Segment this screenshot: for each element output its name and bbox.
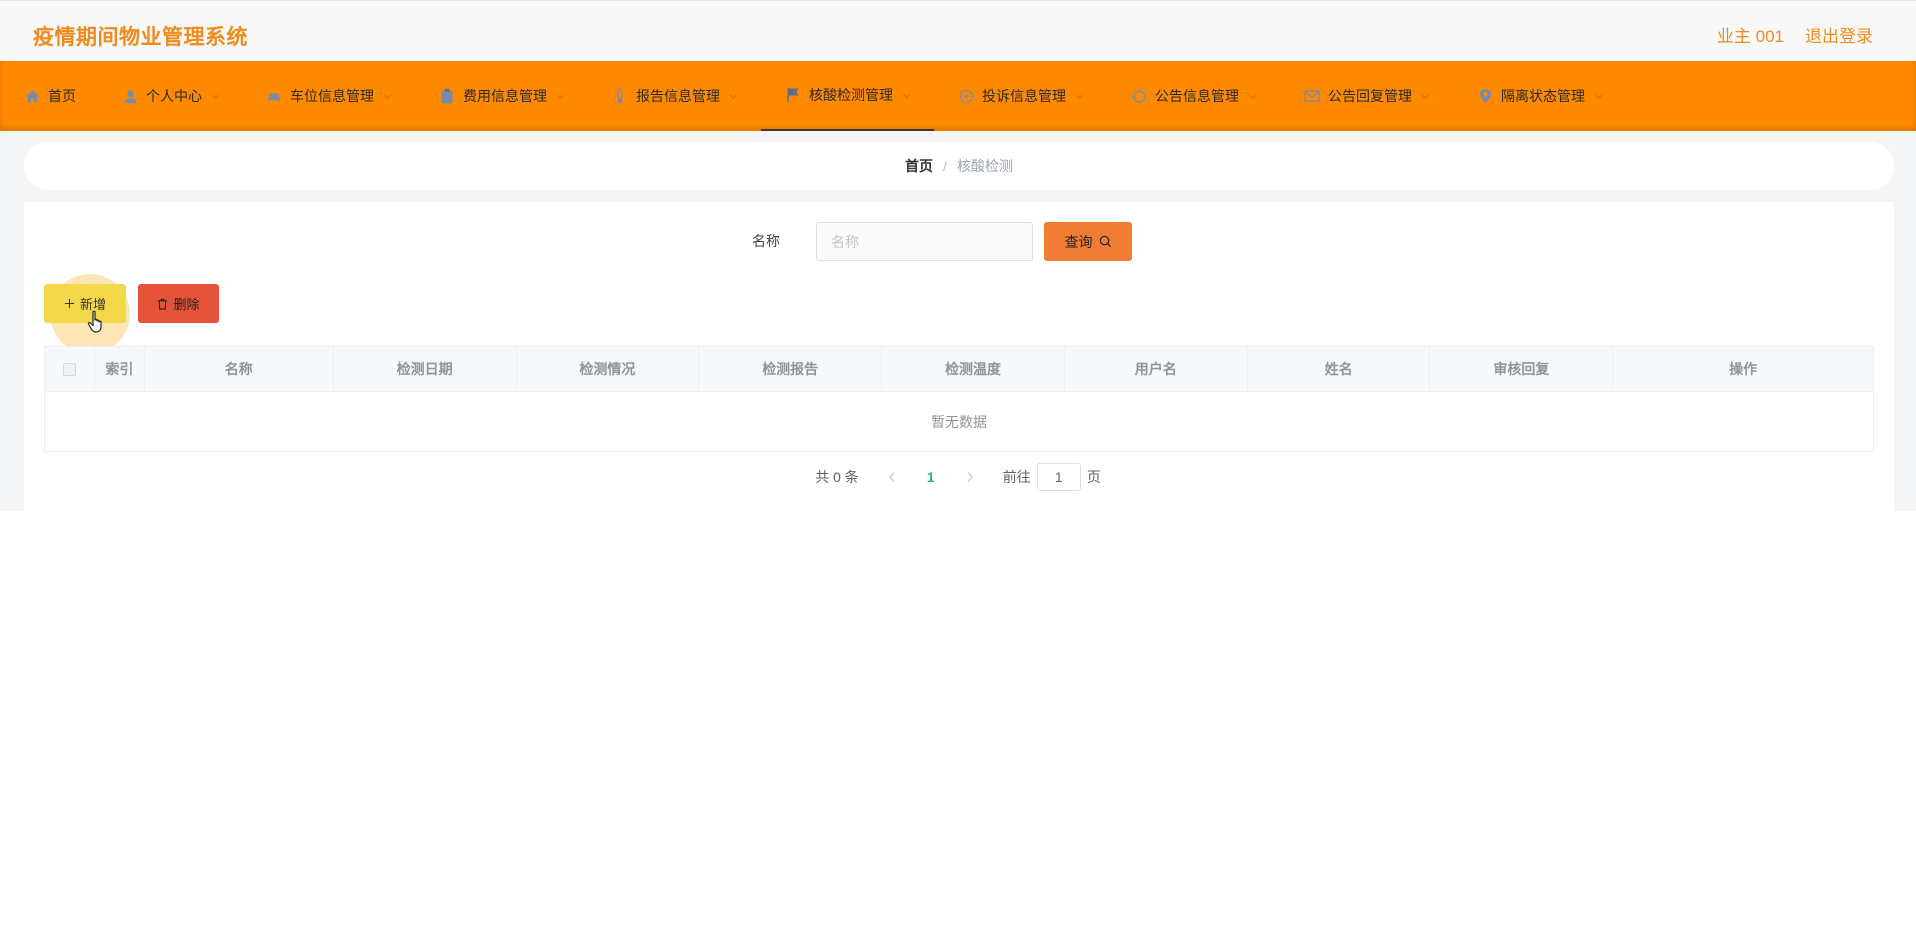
query-button[interactable]: 查询	[1044, 222, 1132, 261]
chevron-down-icon	[555, 91, 565, 101]
chevron-down-icon	[901, 90, 911, 100]
current-user: 业主 001	[1716, 27, 1784, 46]
page-suffix: 页	[1086, 469, 1101, 485]
nav-label: 报告信息管理	[636, 88, 720, 104]
nav-item-quarantine[interactable]: 隔离状态管理	[1477, 61, 1603, 131]
chevron-down-icon	[1247, 91, 1257, 101]
chevron-left-icon	[888, 472, 895, 482]
aim-icon	[1131, 88, 1147, 104]
flag-icon	[785, 87, 801, 103]
prev-page-button[interactable]	[877, 471, 907, 483]
user-icon	[122, 88, 138, 104]
nav-item-personal-center[interactable]: 个人中心	[122, 61, 220, 131]
table-header: 索引 名称 检测日期 检测情况 检测报告 检测温度 用户名 姓名 审核回复 操作	[45, 347, 1873, 392]
delete-button-label: 删除	[173, 297, 200, 312]
column-header[interactable]: 检测情况	[517, 347, 700, 391]
nav-item-fees[interactable]: 费用信息管理	[439, 61, 565, 131]
nav-item-complaints[interactable]: 投诉信息管理	[958, 61, 1084, 131]
chevron-down-icon	[1420, 91, 1430, 101]
delete-button[interactable]: 删除	[138, 284, 219, 323]
add-button[interactable]: 新增	[44, 284, 126, 323]
search-label: 名称	[752, 233, 780, 249]
nav-item-parking[interactable]: 车位信息管理	[266, 61, 392, 131]
clipboard-icon	[439, 88, 455, 104]
nav-item-nucleic-test[interactable]: 核酸检测管理	[761, 61, 934, 131]
column-header: 操作	[1729, 361, 1758, 377]
add-button-label: 新增	[79, 297, 106, 312]
nav-label: 核酸检测管理	[809, 87, 893, 103]
plus-icon	[64, 298, 75, 309]
breadcrumb: 首页 / 核酸检测	[24, 142, 1894, 190]
breadcrumb-home[interactable]: 首页	[905, 156, 933, 176]
trash-icon	[157, 298, 168, 310]
nav-item-home[interactable]: 首页	[24, 61, 76, 131]
select-all-checkbox[interactable]	[62, 362, 76, 376]
column-header[interactable]: 索引	[95, 347, 145, 391]
chevron-down-icon	[728, 91, 738, 101]
query-button-label: 查询	[1064, 233, 1093, 250]
home-icon	[24, 88, 40, 104]
location-icon	[1477, 88, 1493, 104]
thermometer-icon	[612, 88, 628, 104]
search-input[interactable]	[816, 222, 1033, 261]
page-number[interactable]: 1	[907, 469, 955, 485]
column-header[interactable]: 检测日期	[334, 347, 517, 391]
top-header: 疫情期间物业管理系统 业主 001 退出登录	[0, 0, 1916, 61]
nav-label: 隔离状态管理	[1501, 88, 1585, 104]
select-all-cell	[45, 347, 95, 391]
chevron-down-icon	[382, 91, 392, 101]
logout-link[interactable]: 退出登录	[1805, 22, 1873, 47]
empty-state: 暂无数据	[931, 413, 987, 430]
nav-item-announcements[interactable]: 公告信息管理	[1131, 61, 1257, 131]
column-header[interactable]: 检测报告	[699, 347, 883, 391]
car-icon	[266, 88, 282, 104]
nav-label: 车位信息管理	[290, 88, 374, 104]
column-header[interactable]: 审核回复	[1430, 347, 1614, 391]
nav-label: 个人中心	[146, 88, 202, 104]
pagination-total: 共 0 条	[815, 469, 859, 485]
mail-icon	[1304, 88, 1320, 104]
nav-label: 公告回复管理	[1328, 88, 1412, 104]
breadcrumb-card: 首页 / 核酸检测	[24, 142, 1894, 190]
nav-label: 首页	[48, 88, 76, 104]
goto-page-input[interactable]	[1036, 463, 1081, 491]
chevron-down-icon	[1074, 91, 1084, 101]
next-page-button[interactable]	[955, 471, 985, 483]
chevron-right-icon	[967, 472, 973, 482]
breadcrumb-current: 核酸检测	[956, 158, 1013, 174]
nav-label: 投诉信息管理	[982, 88, 1066, 104]
column-header[interactable]: 名称	[145, 347, 334, 391]
app-title: 疫情期间物业管理系统	[33, 26, 248, 49]
chevron-down-icon	[1593, 91, 1603, 101]
data-table: 索引 名称 检测日期 检测情况 检测报告 检测温度 用户名 姓名 审核回复 操作…	[44, 346, 1874, 452]
nav-item-reports[interactable]: 报告信息管理	[612, 61, 738, 131]
nav-item-announcement-replies[interactable]: 公告回复管理	[1304, 61, 1430, 131]
column-header[interactable]: 用户名	[1065, 347, 1248, 391]
pagination: 共 0 条 1 前往 页	[0, 463, 1916, 491]
search-icon	[1099, 235, 1112, 248]
nav-label: 公告信息管理	[1155, 88, 1239, 104]
column-header[interactable]: 检测温度	[882, 347, 1065, 391]
page-jumper: 前往 页	[1003, 463, 1101, 491]
column-header[interactable]: 姓名	[1248, 347, 1431, 391]
goto-label: 前往	[1002, 469, 1031, 485]
breadcrumb-separator: /	[943, 158, 947, 174]
chevron-down-icon	[210, 91, 220, 101]
compass-icon	[958, 88, 974, 104]
nav-label: 费用信息管理	[463, 88, 547, 104]
main-nav: 首页 个人中心 车位信息管理 费用信息管理 报告信息管理 核酸检测管理 投诉信息…	[0, 61, 1916, 131]
